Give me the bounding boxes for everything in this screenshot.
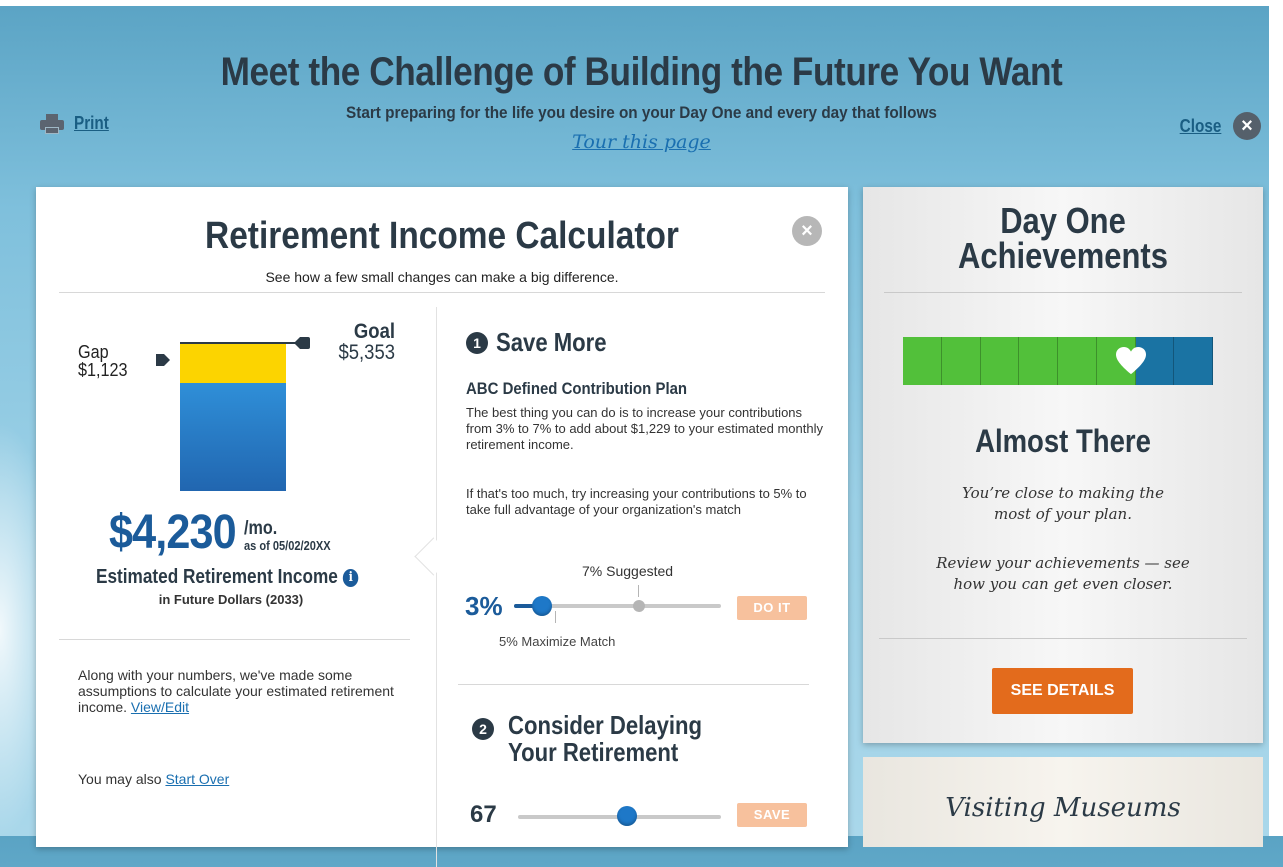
goal-label: Goal $5,353 bbox=[329, 321, 395, 363]
match-label: 5% Maximize Match bbox=[499, 634, 616, 649]
goal-marker-cap bbox=[300, 337, 310, 349]
visiting-museums-title: Visiting Museums bbox=[945, 793, 1181, 823]
calculator-title: Retirement Income Calculator bbox=[205, 215, 679, 257]
achievement-status: Almost There bbox=[975, 423, 1151, 459]
progress-segment bbox=[1019, 337, 1058, 385]
achievements-card: Day One Achievements Almost There You’re… bbox=[863, 187, 1263, 743]
close-control[interactable]: Close × bbox=[1176, 112, 1261, 140]
divider bbox=[879, 638, 1247, 639]
contribution-value: 3% bbox=[465, 591, 503, 621]
suggested-marker[interactable] bbox=[633, 600, 645, 612]
progress-segment bbox=[941, 337, 981, 385]
match-tick bbox=[555, 611, 556, 623]
save-more-paragraph-2: If that's too much, try increasing your … bbox=[466, 486, 807, 517]
contribution-slider-handle[interactable] bbox=[532, 596, 552, 616]
achievements-title: Day One Achievements bbox=[958, 200, 1168, 276]
close-icon[interactable]: × bbox=[1233, 112, 1261, 140]
goal-value: $5,353 bbox=[338, 341, 395, 364]
income-as-of: as of 05/02/20XX bbox=[243, 538, 331, 553]
printer-icon[interactable] bbox=[40, 113, 64, 134]
page-subtitle: Start preparing for the life you desire … bbox=[346, 103, 937, 122]
divider bbox=[59, 639, 410, 640]
progress-segment bbox=[903, 337, 942, 385]
delay-heading: 2 bbox=[472, 718, 494, 740]
print-control[interactable]: Print bbox=[40, 113, 115, 134]
suggested-tick bbox=[638, 585, 639, 597]
income-period: /mo. bbox=[243, 518, 278, 539]
top-edge bbox=[0, 0, 1283, 6]
do-it-button[interactable]: DO IT bbox=[737, 596, 807, 620]
visiting-museums-card[interactable]: Visiting Museums bbox=[863, 757, 1263, 847]
suggested-label: 7% Suggested bbox=[582, 563, 674, 579]
progress-segment bbox=[980, 337, 1020, 385]
progress-segment bbox=[1174, 337, 1213, 385]
delay-title: Consider Delaying Your Retirement bbox=[508, 710, 703, 767]
retirement-age-slider-handle[interactable] bbox=[617, 806, 637, 826]
save-more-heading: 1 Save More bbox=[466, 327, 626, 358]
panel-close-icon[interactable]: × bbox=[792, 216, 822, 246]
divider bbox=[884, 292, 1242, 293]
income-amount: $4,230 bbox=[109, 506, 237, 559]
income-display: $4,230 /mo. as of 05/02/20XX bbox=[109, 509, 346, 557]
right-edge bbox=[1269, 0, 1283, 836]
assumptions-text: Along with your numbers, we've made some… bbox=[78, 667, 394, 715]
step-number-icon: 2 bbox=[472, 718, 494, 740]
info-icon[interactable]: i bbox=[342, 568, 359, 587]
close-link[interactable]: Close bbox=[1180, 116, 1222, 137]
save-more-paragraph-1: The best thing you can do is to increase… bbox=[466, 405, 823, 452]
estimated-income-sublabel: in Future Dollars (2033) bbox=[158, 592, 304, 607]
calculator-subtitle: See how a few small changes can make a b… bbox=[265, 269, 619, 285]
calculator-panel: Retirement Income Calculator See how a f… bbox=[36, 187, 848, 867]
income-bar bbox=[180, 383, 286, 491]
start-over-text: You may also Start Over bbox=[78, 771, 230, 787]
tour-link[interactable]: Tour this page bbox=[0, 131, 1283, 153]
see-details-button[interactable]: SEE DETAILS bbox=[992, 668, 1133, 714]
gap-bar bbox=[180, 344, 286, 383]
retirement-age-value: 67 bbox=[470, 801, 497, 828]
save-button[interactable]: SAVE bbox=[737, 803, 807, 827]
estimated-income-label: Estimated Retirement Income i bbox=[96, 566, 359, 589]
divider bbox=[458, 684, 809, 685]
heart-icon bbox=[1115, 346, 1146, 375]
progress-segment bbox=[1058, 337, 1097, 385]
achievement-text-2: Review your achievements — see how you c… bbox=[936, 554, 1190, 593]
column-divider bbox=[436, 307, 437, 867]
divider bbox=[59, 292, 825, 293]
gap-label: Gap $1,123 bbox=[78, 342, 128, 380]
print-link[interactable]: Print bbox=[74, 113, 109, 134]
view-edit-link[interactable]: View/Edit bbox=[131, 699, 189, 715]
achievement-progress-bar bbox=[903, 337, 1213, 385]
save-more-title: Save More bbox=[496, 327, 607, 357]
column-pointer bbox=[414, 537, 453, 576]
start-over-link[interactable]: Start Over bbox=[165, 771, 229, 787]
plan-name: ABC Defined Contribution Plan bbox=[466, 379, 688, 398]
page-title: Meet the Challenge of Building the Futur… bbox=[220, 50, 1063, 94]
gap-value: $1,123 bbox=[78, 360, 128, 380]
achievement-text-1: You’re close to making the most of your … bbox=[962, 484, 1164, 523]
step-number-icon: 1 bbox=[466, 331, 488, 354]
